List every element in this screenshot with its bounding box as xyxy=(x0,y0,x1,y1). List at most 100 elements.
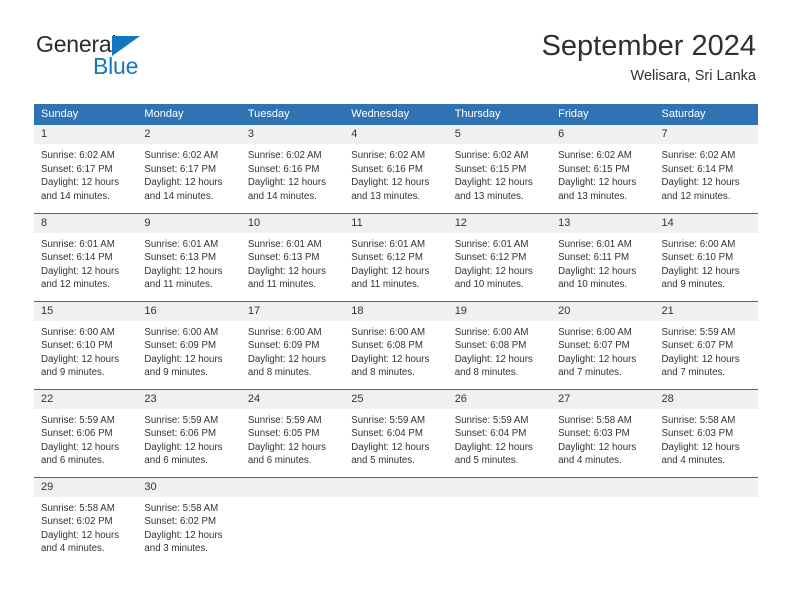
day-number: 30 xyxy=(137,477,241,497)
calendar-day-cell[interactable]: 16 Sunrise: 6:00 AM Sunset: 6:09 PM Dayligh… xyxy=(137,300,241,389)
sunrise-text: Sunrise: 5:59 AM xyxy=(144,414,219,426)
sunrise-text: Sunrise: 5:59 AM xyxy=(454,414,529,426)
calendar-day-cell[interactable]: 29 Sunrise: 5:58 AM Sunset: 6:02 PM Dayligh… xyxy=(34,476,138,565)
calendar-day-cell[interactable]: 22 Sunrise: 5:59 AM Sunset: 6:06 PM Dayligh… xyxy=(34,388,138,477)
calendar-week-row: 22 Sunrise: 5:59 AM Sunset: 6:06 PM Dayligh… xyxy=(34,388,758,477)
daylight-2-text: and 13 minutes. xyxy=(558,190,628,202)
calendar-day-cell[interactable]: 21 Sunrise: 5:59 AM Sunset: 6:07 PM Dayligh… xyxy=(654,300,758,389)
month-calendar: Sunday Monday Tuesday Wednesday Thursday Frid… xyxy=(34,104,758,565)
calendar-day-cell-empty xyxy=(344,476,448,565)
sunrise-text: Sunrise: 5:59 AM xyxy=(247,414,322,426)
day-details: Sunrise: 5:59 AM Sunset: 6:06 PM Daylight:… xyxy=(34,409,137,468)
calendar-day-cell[interactable]: 25 Sunrise: 5:59 AM Sunset: 6:04 PM Dayligh… xyxy=(344,388,448,477)
calendar-day-cell[interactable]: 27 Sunrise: 5:58 AM Sunset: 6:03 PM Dayligh… xyxy=(551,388,655,477)
daylight-1-text: Daylight: 12 hours xyxy=(454,265,533,277)
calendar-day-cell[interactable]: 7 Sunrise: 6:02 AM Sunset: 6:14 PM Daylight… xyxy=(654,125,758,213)
daylight-2-text: and 14 minutes. xyxy=(144,190,214,202)
sunset-text: Sunset: 6:08 PM xyxy=(454,340,527,352)
day-number xyxy=(654,477,758,497)
daylight-1-text: Daylight: 12 hours xyxy=(454,353,533,365)
column-header-tuesday: Tuesday xyxy=(240,104,345,125)
daylight-2-text: and 9 minutes. xyxy=(41,367,105,379)
daylight-2-text: and 13 minutes. xyxy=(351,190,421,202)
daylight-1-text: Daylight: 12 hours xyxy=(558,265,637,277)
calendar-day-cell[interactable]: 17 Sunrise: 6:00 AM Sunset: 6:09 PM Dayligh… xyxy=(240,300,345,389)
day-number: 26 xyxy=(447,389,552,409)
sunrise-text: Sunrise: 6:01 AM xyxy=(558,238,632,250)
calendar-day-cell[interactable]: 19 Sunrise: 6:00 AM Sunset: 6:08 PM Dayligh… xyxy=(447,300,552,389)
daylight-2-text: and 4 minutes. xyxy=(558,455,622,467)
sunrise-text: Sunrise: 6:01 AM xyxy=(454,238,529,250)
calendar-day-cell[interactable]: 3 Sunrise: 6:02 AM Sunset: 6:16 PM Daylight… xyxy=(240,125,345,213)
day-number xyxy=(551,477,655,497)
daylight-1-text: Daylight: 12 hours xyxy=(41,441,120,453)
daylight-1-text: Daylight: 12 hours xyxy=(351,265,430,277)
page-title: September 2024 xyxy=(541,30,756,62)
calendar-day-cell[interactable]: 10 Sunrise: 6:01 AM Sunset: 6:13 PM Dayligh… xyxy=(240,212,345,301)
day-details: Sunrise: 6:02 AM Sunset: 6:16 PM Daylight:… xyxy=(241,144,344,203)
sunset-text: Sunset: 6:04 PM xyxy=(454,428,527,440)
day-details: Sunrise: 5:59 AM Sunset: 6:06 PM Daylight:… xyxy=(137,409,240,468)
calendar-day-cell[interactable]: 2 Sunrise: 6:02 AM Sunset: 6:17 PM Daylight… xyxy=(137,125,241,213)
calendar-day-cell[interactable]: 11 Sunrise: 6:01 AM Sunset: 6:12 PM Dayligh… xyxy=(344,212,448,301)
sunrise-text: Sunrise: 5:58 AM xyxy=(558,414,632,426)
calendar-day-cell[interactable]: 4 Sunrise: 6:02 AM Sunset: 6:16 PM Daylight… xyxy=(344,125,448,213)
sunrise-text: Sunrise: 6:02 AM xyxy=(41,150,115,161)
daylight-1-text: Daylight: 12 hours xyxy=(558,353,637,365)
calendar-day-cell[interactable]: 14 Sunrise: 6:00 AM Sunset: 6:10 PM Dayligh… xyxy=(654,212,758,301)
calendar-day-cell[interactable]: 13 Sunrise: 6:01 AM Sunset: 6:11 PM Dayligh… xyxy=(551,212,655,301)
calendar-day-cell[interactable]: 6 Sunrise: 6:02 AM Sunset: 6:15 PM Daylight… xyxy=(551,125,655,213)
sunrise-text: Sunrise: 5:58 AM xyxy=(144,502,219,514)
column-header-friday: Friday xyxy=(551,104,655,125)
calendar-day-cell[interactable]: 8 Sunrise: 6:01 AM Sunset: 6:14 PM Daylight… xyxy=(34,212,138,301)
daylight-2-text: and 6 minutes. xyxy=(41,455,105,467)
column-header-thursday: Thursday xyxy=(447,104,552,125)
calendar-day-cell[interactable]: 23 Sunrise: 5:59 AM Sunset: 6:06 PM Dayligh… xyxy=(137,388,241,477)
calendar-day-cell[interactable]: 24 Sunrise: 5:59 AM Sunset: 6:05 PM Dayligh… xyxy=(240,388,345,477)
column-header-monday: Monday xyxy=(137,104,241,125)
daylight-1-text: Daylight: 12 hours xyxy=(454,177,533,189)
sunset-text: Sunset: 6:14 PM xyxy=(661,163,734,175)
daylight-1-text: Daylight: 12 hours xyxy=(41,529,120,541)
daylight-2-text: and 14 minutes. xyxy=(41,190,110,202)
calendar-day-cell[interactable]: 5 Sunrise: 6:02 AM Sunset: 6:15 PM Daylight… xyxy=(447,125,552,213)
calendar-day-cell[interactable]: 28 Sunrise: 5:58 AM Sunset: 6:03 PM Dayligh… xyxy=(654,388,758,477)
sunset-text: Sunset: 6:02 PM xyxy=(41,516,113,528)
calendar-day-cell[interactable]: 12 Sunrise: 6:01 AM Sunset: 6:12 PM Dayligh… xyxy=(447,212,552,301)
calendar-week-row: 1 Sunrise: 6:02 AM Sunset: 6:17 PM Daylight… xyxy=(34,125,758,213)
daylight-2-text: and 3 minutes. xyxy=(144,543,208,555)
daylight-1-text: Daylight: 12 hours xyxy=(661,353,740,365)
day-number xyxy=(344,477,448,497)
sunset-text: Sunset: 6:05 PM xyxy=(247,428,320,440)
calendar-day-cell[interactable]: 15 Sunrise: 6:00 AM Sunset: 6:10 PM Dayligh… xyxy=(34,300,138,389)
title-block: September 2024 Welisara, Sri Lanka xyxy=(542,30,756,85)
day-details: Sunrise: 6:00 AM Sunset: 6:08 PM Daylight:… xyxy=(344,321,447,380)
calendar-day-cell[interactable]: 1 Sunrise: 6:02 AM Sunset: 6:17 PM Daylight… xyxy=(34,125,138,213)
calendar-day-cell[interactable]: 9 Sunrise: 6:01 AM Sunset: 6:13 PM Daylight… xyxy=(137,212,241,301)
daylight-2-text: and 8 minutes. xyxy=(454,367,519,379)
day-number xyxy=(447,477,552,497)
calendar-day-cell[interactable]: 18 Sunrise: 6:00 AM Sunset: 6:08 PM Dayligh… xyxy=(344,300,448,389)
calendar-body: 1 Sunrise: 6:02 AM Sunset: 6:17 PM Daylight… xyxy=(34,125,758,565)
day-details: Sunrise: 5:58 AM Sunset: 6:02 PM Daylight:… xyxy=(137,497,240,556)
day-number: 15 xyxy=(34,301,138,321)
daylight-1-text: Daylight: 12 hours xyxy=(144,529,223,541)
calendar-day-cell[interactable]: 20 Sunrise: 6:00 AM Sunset: 6:07 PM Dayligh… xyxy=(551,300,655,389)
day-details: Sunrise: 6:01 AM Sunset: 6:13 PM Daylight:… xyxy=(137,233,240,292)
day-details: Sunrise: 6:02 AM Sunset: 6:17 PM Daylight:… xyxy=(137,144,240,203)
calendar-day-cell[interactable]: 30 Sunrise: 5:58 AM Sunset: 6:02 PM Dayligh… xyxy=(137,476,241,565)
day-details: Sunrise: 6:00 AM Sunset: 6:07 PM Daylight:… xyxy=(551,321,654,380)
sunrise-text: Sunrise: 6:00 AM xyxy=(144,326,219,338)
sunrise-text: Sunrise: 5:59 AM xyxy=(41,414,115,426)
day-number: 29 xyxy=(34,477,138,497)
daylight-2-text: and 5 minutes. xyxy=(351,455,415,467)
day-number: 6 xyxy=(551,125,655,144)
sunset-text: Sunset: 6:17 PM xyxy=(41,163,113,175)
calendar-day-cell[interactable]: 26 Sunrise: 5:59 AM Sunset: 6:04 PM Dayligh… xyxy=(447,388,552,477)
daylight-2-text: and 14 minutes. xyxy=(247,190,317,202)
day-number: 3 xyxy=(240,125,345,144)
daylight-1-text: Daylight: 12 hours xyxy=(41,265,120,277)
sunset-text: Sunset: 6:15 PM xyxy=(454,163,527,175)
day-number: 8 xyxy=(34,213,138,233)
sunrise-text: Sunrise: 5:59 AM xyxy=(661,326,736,338)
